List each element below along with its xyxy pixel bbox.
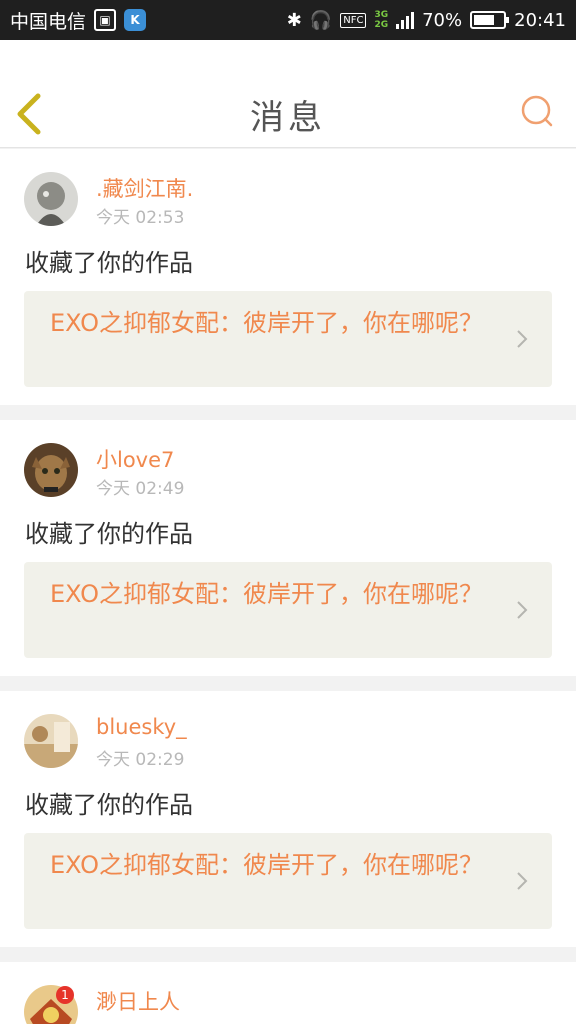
k-app-icon: K [124, 9, 147, 31]
network-bottom-label: 2G [374, 20, 389, 30]
username[interactable]: .藏剑江南. [96, 173, 193, 203]
chevron-right-icon [517, 872, 528, 890]
message-list: .藏剑江南. 今天 02:53 收藏了你的作品 EXO之抑郁女配：彼岸开了，你在… [0, 149, 576, 1024]
headphones-icon: 🎧 [309, 9, 333, 31]
carrier-label: 中国电信 [10, 10, 87, 33]
username[interactable]: bluesky_ [96, 715, 187, 739]
work-link[interactable]: EXO之抑郁女配：彼岸开了，你在哪呢？ [24, 291, 552, 387]
message-action: 收藏了你的作品 [25, 791, 193, 819]
work-title: EXO之抑郁女配：彼岸开了，你在哪呢？ [50, 851, 483, 879]
nfc-icon: NFC [340, 12, 367, 28]
message-time: 今天 02:53 [96, 208, 185, 228]
unread-badge: 1 [56, 986, 74, 1004]
message-action: 收藏了你的作品 [25, 249, 193, 277]
app-header: 消息 [0, 40, 576, 148]
work-title: EXO之抑郁女配：彼岸开了，你在哪呢？ [50, 580, 483, 608]
work-link[interactable]: EXO之抑郁女配：彼岸开了，你在哪呢？ [24, 562, 552, 658]
chevron-right-icon [517, 601, 528, 619]
message-card: 1 渺日上人 [0, 962, 576, 1024]
work-link[interactable]: EXO之抑郁女配：彼岸开了，你在哪呢？ [24, 833, 552, 929]
network-top-label: 3G [374, 10, 389, 20]
bluetooth-icon: ✱ [286, 9, 302, 31]
message-card: 小love7 今天 02:49 收藏了你的作品 EXO之抑郁女配：彼岸开了，你在… [0, 420, 576, 676]
avatar[interactable] [24, 172, 78, 226]
avatar[interactable] [24, 714, 78, 768]
message-card: .藏剑江南. 今天 02:53 收藏了你的作品 EXO之抑郁女配：彼岸开了，你在… [0, 149, 576, 405]
page-title: 消息 [250, 98, 326, 138]
avatar[interactable] [24, 443, 78, 497]
battery-percent: 70% [422, 9, 463, 31]
message-card: bluesky_ 今天 02:29 收藏了你的作品 EXO之抑郁女配：彼岸开了，… [0, 691, 576, 947]
username[interactable]: 小love7 [96, 444, 174, 474]
username[interactable]: 渺日上人 [96, 986, 180, 1016]
battery-icon [470, 11, 510, 29]
image-icon: ▣ [94, 9, 117, 31]
work-title: EXO之抑郁女配：彼岸开了，你在哪呢？ [50, 309, 483, 337]
search-icon[interactable] [520, 94, 554, 128]
signal-icon [396, 11, 415, 29]
status-bar: 中国电信 ▣ K ✱ 🎧 NFC 3G 2G 70% 20:41 [0, 0, 576, 40]
message-time: 今天 02:49 [96, 479, 185, 499]
message-action: 收藏了你的作品 [25, 520, 193, 548]
network-type: 3G 2G [374, 10, 388, 30]
chevron-right-icon [517, 330, 528, 348]
clock: 20:41 [514, 9, 566, 31]
message-time: 今天 02:29 [96, 750, 185, 770]
